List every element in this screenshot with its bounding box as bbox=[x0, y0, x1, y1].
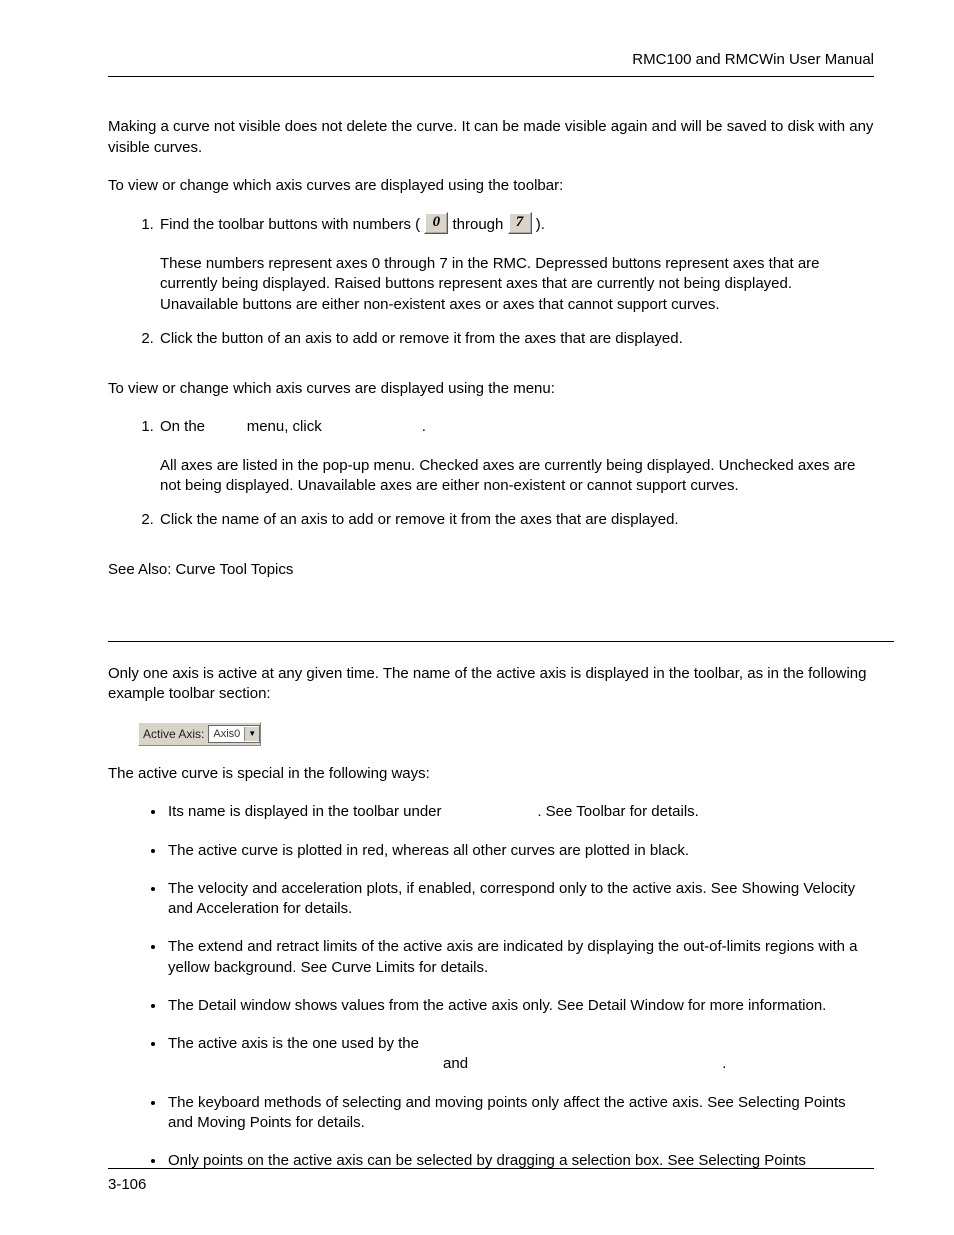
list-text: On the menu, click . bbox=[160, 418, 426, 435]
active-axis-dropdown[interactable]: Axis0 ▼ bbox=[208, 725, 260, 743]
header-title: RMC100 and RMCWin User Manual bbox=[632, 51, 874, 68]
numbered-list: Find the toolbar buttons with numbers ( … bbox=[98, 214, 874, 349]
see-also: See Also: Curve Tool Topics bbox=[108, 560, 874, 580]
active-axis-toolbar: Active Axis: Axis0 ▼ bbox=[138, 722, 261, 746]
page: RMC100 and RMCWin User Manual Making a c… bbox=[0, 0, 954, 1235]
axis-0-button-icon: 0 bbox=[424, 212, 448, 234]
bullet-list: Its name is displayed in the toolbar und… bbox=[108, 802, 874, 1171]
numbered-list: On the menu, click . All axes are listed… bbox=[98, 417, 874, 530]
list-item: Find the toolbar buttons with numbers ( … bbox=[158, 214, 874, 315]
chevron-down-icon: ▼ bbox=[244, 727, 259, 741]
list-item: The keyboard methods of selecting and mo… bbox=[166, 1093, 874, 1134]
section-divider bbox=[108, 641, 894, 642]
body-paragraph: Making a curve not visible does not dele… bbox=[108, 117, 874, 158]
list-text: through bbox=[452, 216, 507, 233]
active-axis-label: Active Axis: bbox=[139, 726, 208, 742]
list-item: The extend and retract limits of the act… bbox=[166, 937, 874, 978]
body-paragraph: To view or change which axis curves are … bbox=[108, 176, 874, 196]
list-subtext: All axes are listed in the pop-up menu. … bbox=[160, 456, 874, 497]
axis-7-button-icon: 7 bbox=[508, 212, 532, 234]
body-paragraph: Only one axis is active at any given tim… bbox=[108, 664, 874, 705]
list-item: On the menu, click . All axes are listed… bbox=[158, 417, 874, 496]
page-content: Making a curve not visible does not dele… bbox=[108, 117, 874, 1171]
list-item: The active curve is plotted in red, wher… bbox=[166, 841, 874, 861]
list-item: The Detail window shows values from the … bbox=[166, 996, 874, 1016]
list-item: The active axis is the one used by the a… bbox=[166, 1034, 874, 1075]
list-text: Click the name of an axis to add or remo… bbox=[160, 511, 679, 528]
list-subtext: These numbers represent axes 0 through 7… bbox=[160, 254, 874, 315]
body-paragraph: The active curve is special in the follo… bbox=[108, 764, 874, 784]
list-text: Click the button of an axis to add or re… bbox=[160, 330, 683, 347]
body-paragraph: To view or change which axis curves are … bbox=[108, 379, 874, 399]
list-item: Click the button of an axis to add or re… bbox=[158, 329, 874, 349]
list-item: Its name is displayed in the toolbar und… bbox=[166, 802, 874, 822]
list-text: Find the toolbar buttons with numbers ( bbox=[160, 216, 420, 233]
page-footer: 3-106 bbox=[108, 1168, 874, 1195]
list-item: The velocity and acceleration plots, if … bbox=[166, 879, 874, 920]
page-header: RMC100 and RMCWin User Manual bbox=[108, 50, 874, 77]
active-axis-value: Axis0 bbox=[209, 727, 244, 742]
list-text: ). bbox=[536, 216, 545, 233]
page-number: 3-106 bbox=[108, 1176, 146, 1193]
list-item: Click the name of an axis to add or remo… bbox=[158, 510, 874, 530]
